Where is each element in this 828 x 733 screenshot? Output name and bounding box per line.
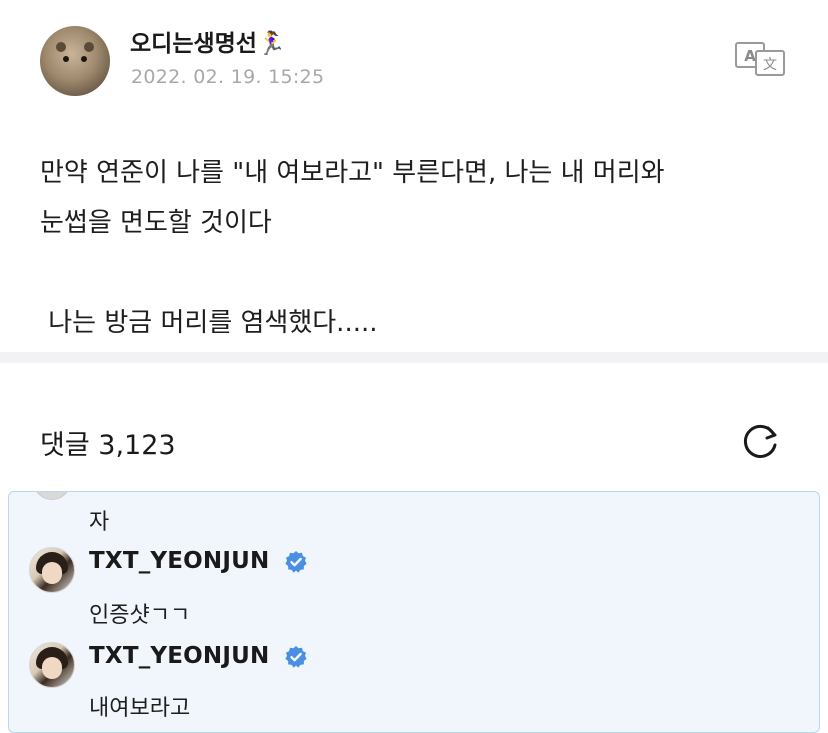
comments-header: 댓글 3,123 (0, 363, 828, 491)
comment-text: 인증샷ㄱㄱ (89, 603, 191, 628)
post-body: 만약 연준이 나를 "내 여보라고" 부른다면, 나는 내 머리와 눈썹을 면도… (40, 158, 665, 338)
translate-icon[interactable]: A 文 (734, 40, 786, 76)
commenter-name[interactable]: TXT_YEONJUN (89, 548, 308, 574)
commenter-avatar[interactable] (29, 547, 75, 593)
comment-text: 자 (89, 510, 110, 535)
commenter-avatar[interactable] (29, 642, 75, 688)
comment-text: 내여보라고 (89, 696, 191, 721)
commenter-name[interactable]: TXT_YEONJUN (89, 643, 308, 669)
comments-count: 댓글 3,123 (40, 430, 176, 461)
post-author-name[interactable]: 오디는생명선🏃‍♀️ (130, 24, 286, 58)
author-avatar[interactable] (40, 26, 110, 96)
post-card: 오디는생명선🏃‍♀️ 2022. 02. 19. 15:25 A 文 만약 연준… (0, 0, 828, 352)
refresh-icon[interactable] (741, 421, 781, 461)
post-date: 2022. 02. 19. 15:25 (131, 66, 325, 88)
highlighted-comments: 자 TXT_YEONJUN 인증샷ㄱㄱ TXT_YEONJUN 내여보라고 (8, 491, 820, 733)
verified-badge-icon (285, 645, 307, 668)
svg-text:文: 文 (763, 57, 777, 73)
verified-badge-icon (285, 550, 307, 573)
section-divider (0, 352, 828, 363)
svg-text:A: A (744, 47, 756, 65)
commenter-avatar[interactable] (33, 492, 71, 500)
